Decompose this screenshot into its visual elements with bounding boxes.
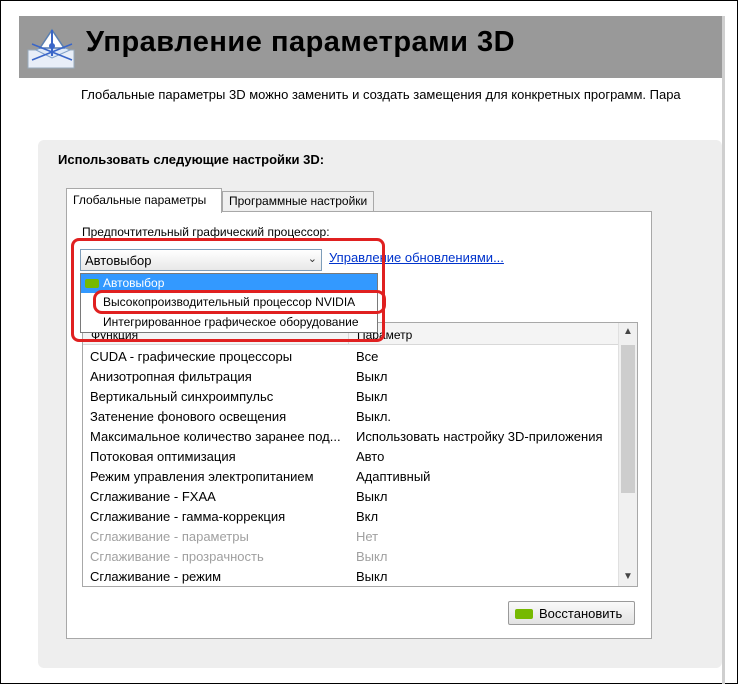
setting-value: Выкл bbox=[356, 569, 388, 584]
column-header-parameter[interactable]: Параметр bbox=[349, 323, 621, 345]
table-row[interactable]: Вертикальный синхроимпульс Выкл bbox=[83, 387, 621, 407]
tab-global-settings[interactable]: Глобальные параметры bbox=[66, 188, 222, 213]
table-row[interactable]: Анизотропная фильтрация Выкл bbox=[83, 367, 621, 387]
chevron-down-icon[interactable]: ▼ bbox=[619, 568, 637, 586]
setting-name: CUDA - графические процессоры bbox=[90, 349, 293, 364]
restore-button-label: Восстановить bbox=[539, 606, 623, 621]
table-row[interactable]: Потоковая оптимизация Авто bbox=[83, 447, 621, 467]
table-row[interactable]: Сглаживание - прозрачность Выкл bbox=[83, 547, 621, 567]
setting-value: Авто bbox=[356, 449, 385, 464]
page-title: Управление параметрами 3D bbox=[86, 26, 516, 58]
nvidia-logo-icon bbox=[515, 609, 533, 619]
scroll-edge bbox=[722, 16, 725, 684]
setting-value: Вкл bbox=[356, 509, 379, 524]
table-row[interactable]: Сглаживание - FXAA Выкл bbox=[83, 487, 621, 507]
table-row[interactable]: Затенение фонового освещения Выкл. bbox=[83, 407, 621, 427]
scrollbar-thumb[interactable] bbox=[621, 345, 635, 493]
setting-value: Все bbox=[356, 349, 379, 364]
setting-name: Сглаживание - параметры bbox=[90, 529, 249, 544]
setting-name: Вертикальный синхроимпульс bbox=[90, 389, 274, 404]
setting-name: Потоковая оптимизация bbox=[90, 449, 236, 464]
table-row[interactable]: Сглаживание - гамма-коррекция Вкл bbox=[83, 507, 621, 527]
setting-name: Режим управления электропитанием bbox=[90, 469, 314, 484]
setting-value: Выкл bbox=[356, 369, 388, 384]
highlight-frame-option bbox=[93, 290, 386, 314]
setting-value: Адаптивный bbox=[356, 469, 431, 484]
3d-cube-icon bbox=[27, 28, 75, 69]
page-description: Глобальные параметры 3D можно заменить и… bbox=[81, 87, 681, 102]
setting-name: Сглаживание - прозрачность bbox=[90, 549, 264, 564]
setting-value: Выкл bbox=[356, 549, 388, 564]
setting-value: Нет bbox=[356, 529, 379, 544]
settings-table: Функция Параметр CUDA - графические проц… bbox=[82, 322, 638, 587]
tab-program-settings[interactable]: Программные настройки bbox=[222, 191, 374, 212]
setting-name: Сглаживание - гамма-коррекция bbox=[90, 509, 286, 524]
setting-name: Максимальное количество заранее под... bbox=[90, 429, 341, 444]
setting-name: Затенение фонового освещения bbox=[90, 409, 287, 424]
table-row[interactable]: Максимальное количество заранее под... Ис… bbox=[83, 427, 621, 447]
setting-name: Сглаживание - FXAA bbox=[90, 489, 216, 504]
chevron-up-icon[interactable]: ▲ bbox=[619, 323, 637, 341]
setting-name: Анизотропная фильтрация bbox=[90, 369, 252, 384]
table-row[interactable]: CUDA - графические процессоры Все bbox=[83, 347, 621, 367]
table-row[interactable]: Сглаживание - параметры Нет bbox=[83, 527, 621, 547]
table-row[interactable]: Режим управления электропитанием Адаптивн… bbox=[83, 467, 621, 487]
restore-button[interactable]: Восстановить bbox=[508, 601, 635, 625]
table-row[interactable]: Сглаживание - режим Выкл bbox=[83, 567, 621, 586]
setting-value: Выкл bbox=[356, 389, 388, 404]
setting-value: Выкл bbox=[356, 489, 388, 504]
setting-value: Использовать настройку 3D-приложения bbox=[356, 429, 603, 444]
settings-panel-title: Использовать следующие настройки 3D: bbox=[58, 152, 325, 167]
setting-value: Выкл. bbox=[356, 409, 392, 424]
vertical-scrollbar[interactable]: ▲ ▼ bbox=[618, 323, 637, 586]
preferred-gpu-label: Предпочтительный графический процессор: bbox=[82, 225, 330, 239]
setting-name: Сглаживание - режим bbox=[90, 569, 222, 584]
